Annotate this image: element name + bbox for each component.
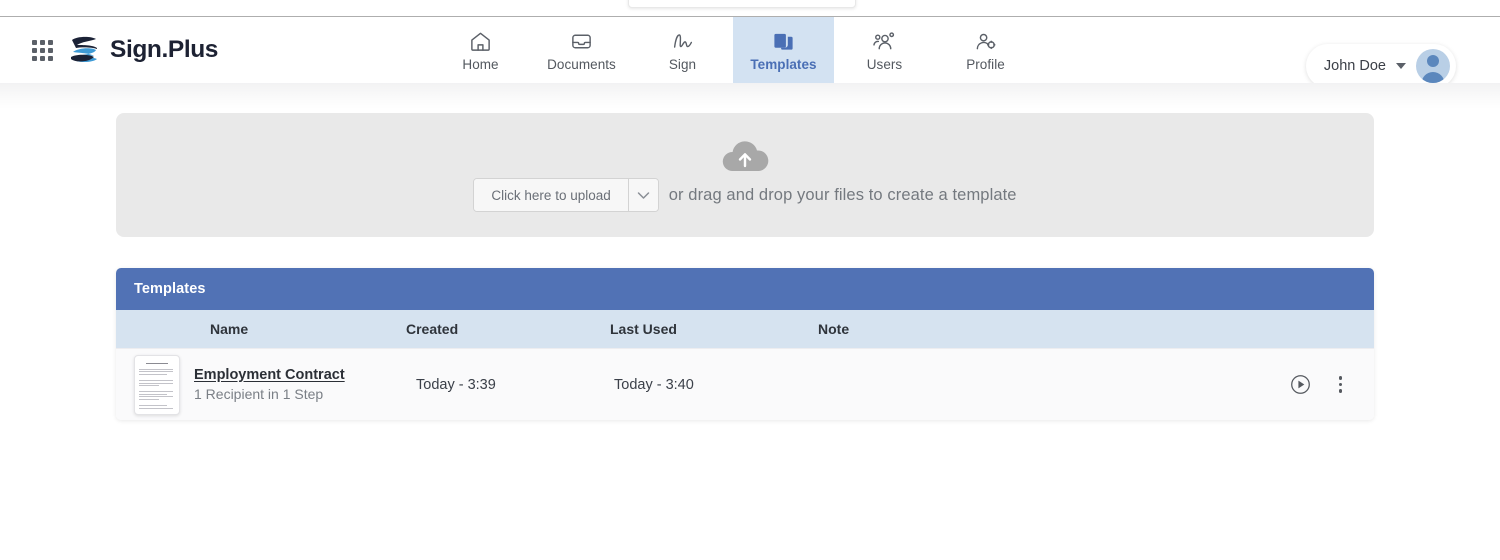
nav-label: Templates <box>750 57 816 72</box>
template-last-used-value: Today - 3:40 <box>610 377 818 393</box>
column-header-note: Note <box>818 321 1118 337</box>
template-name-link[interactable]: Employment Contract <box>194 367 345 383</box>
app-header: Sign.Plus Home <box>0 17 1500 83</box>
profile-gear-icon <box>973 29 998 53</box>
browser-chrome-remnant <box>628 0 856 8</box>
template-recipients-label: 1 Recipient in 1 Step <box>194 386 345 402</box>
table-header-row: Name Created Last Used Note <box>116 310 1374 348</box>
nav-item-templates[interactable]: Templates <box>733 17 834 83</box>
template-created-value: Today - 3:39 <box>406 377 610 393</box>
nav-item-profile[interactable]: Profile <box>935 17 1036 83</box>
users-icon <box>872 29 897 53</box>
column-header-name: Name <box>116 321 406 337</box>
apps-grid-icon[interactable] <box>32 40 53 61</box>
play-circle-icon[interactable] <box>1290 374 1311 395</box>
chevron-down-icon <box>637 191 650 200</box>
row-actions <box>1118 374 1374 395</box>
upload-options-button[interactable] <box>628 179 658 211</box>
brand-zone: Sign.Plus <box>0 35 430 65</box>
template-name-cell: Employment Contract 1 Recipient in 1 Ste… <box>116 355 406 415</box>
main-nav: Home Documents Sign <box>430 17 1036 83</box>
dropzone-row: Click here to upload or drag and drop yo… <box>473 178 1016 212</box>
home-icon <box>469 29 492 53</box>
chevron-down-icon <box>1396 63 1406 69</box>
more-vertical-icon[interactable] <box>1333 374 1349 395</box>
nav-item-home[interactable]: Home <box>430 17 531 83</box>
table-row[interactable]: Employment Contract 1 Recipient in 1 Ste… <box>116 348 1374 420</box>
column-header-last-used: Last Used <box>610 321 818 337</box>
column-header-created: Created <box>406 321 610 337</box>
app-window: Sign.Plus Home <box>0 0 1500 560</box>
templates-icon <box>772 29 795 53</box>
nav-label: Documents <box>547 57 616 72</box>
inbox-icon <box>570 29 593 53</box>
nav-item-documents[interactable]: Documents <box>531 17 632 83</box>
upload-button[interactable]: Click here to upload <box>474 179 627 211</box>
nav-label: Profile <box>966 57 1005 72</box>
upload-dropzone[interactable]: Click here to upload or drag and drop yo… <box>116 113 1374 237</box>
upload-button-group: Click here to upload <box>473 178 658 212</box>
avatar <box>1416 49 1450 83</box>
brand-name: Sign.Plus <box>110 36 218 64</box>
templates-table-title: Templates <box>116 268 1374 310</box>
nav-label: Home <box>462 57 498 72</box>
signature-icon <box>670 29 696 53</box>
nav-item-sign[interactable]: Sign <box>632 17 733 83</box>
signplus-logo-icon <box>67 35 101 65</box>
nav-label: Users <box>867 57 903 72</box>
table-title-label: Templates <box>134 281 206 297</box>
dropzone-hint: or drag and drop your files to create a … <box>669 186 1017 205</box>
templates-table: Templates Name Created Last Used Note <box>116 268 1374 420</box>
user-name: John Doe <box>1324 58 1386 74</box>
user-menu[interactable]: John Doe <box>1306 44 1456 88</box>
nav-item-users[interactable]: Users <box>834 17 935 83</box>
brand-logo[interactable]: Sign.Plus <box>67 35 218 65</box>
nav-label: Sign <box>669 57 696 72</box>
cloud-upload-icon <box>719 138 771 174</box>
document-thumbnail-icon[interactable] <box>134 355 180 415</box>
template-name-block: Employment Contract 1 Recipient in 1 Ste… <box>194 367 345 402</box>
